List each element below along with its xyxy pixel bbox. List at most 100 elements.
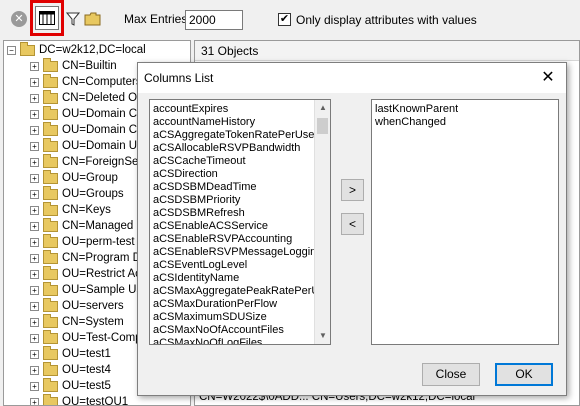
tree-item[interactable]: + OU=Group bbox=[30, 169, 118, 186]
available-column-item[interactable]: aCSDSBMPriority bbox=[153, 194, 315, 207]
tree-item[interactable]: + OU=Domain Co bbox=[30, 105, 144, 122]
ok-button[interactable]: OK bbox=[495, 363, 553, 386]
expand-icon[interactable]: + bbox=[30, 397, 39, 405]
open-folder-icon[interactable] bbox=[82, 8, 104, 30]
available-column-item[interactable]: aCSIdentityName bbox=[153, 272, 315, 285]
tree-item-label: OU=test1 bbox=[62, 348, 111, 360]
tree-item[interactable]: + OU=test5 bbox=[30, 377, 111, 394]
expand-icon[interactable]: + bbox=[30, 77, 39, 87]
available-column-item[interactable]: aCSMaxAggregatePeakRatePerU bbox=[153, 285, 315, 298]
available-columns-list[interactable]: accountExpires accountNameHistory aCSAggre… bbox=[149, 99, 331, 345]
expand-icon[interactable]: + bbox=[30, 221, 39, 231]
tree-root[interactable]: − DC=w2k12,DC=local bbox=[7, 41, 146, 58]
tree-item[interactable]: + OU=Groups bbox=[30, 185, 124, 202]
tree-item[interactable]: + OU=Sample Us bbox=[30, 281, 142, 298]
tree-item-label: CN=Builtin bbox=[62, 60, 117, 72]
folder-icon bbox=[43, 89, 58, 104]
tree-item[interactable]: + OU=test4 bbox=[30, 361, 111, 378]
expand-icon[interactable]: + bbox=[30, 125, 39, 135]
expand-icon[interactable]: + bbox=[30, 189, 39, 199]
tree-item-label: OU=Restrict Ac bbox=[62, 268, 141, 280]
tree-item[interactable]: + OU=Domain Us bbox=[30, 137, 143, 154]
available-column-item[interactable]: aCSDSBMRefresh bbox=[153, 207, 315, 220]
available-column-item[interactable]: aCSMaxNoOfAccountFiles bbox=[153, 324, 315, 337]
expand-icon[interactable]: + bbox=[30, 141, 39, 151]
expand-icon[interactable]: + bbox=[30, 317, 39, 327]
toolbar: ✕ Max Entries: ✔ Only display attributes… bbox=[0, 0, 580, 38]
filter-icon[interactable] bbox=[62, 8, 84, 30]
tree-item-label: CN=Computers bbox=[62, 76, 142, 88]
available-column-item[interactable]: aCSEnableRSVPMessageLogging bbox=[153, 246, 315, 259]
expand-icon[interactable]: + bbox=[30, 173, 39, 183]
available-column-item[interactable]: aCSAggregateTokenRatePerUser bbox=[153, 129, 315, 142]
tree-item[interactable]: + CN=Keys bbox=[30, 201, 111, 218]
expand-icon[interactable]: + bbox=[30, 285, 39, 295]
scroll-down-icon[interactable]: ▼ bbox=[315, 328, 330, 344]
tree-item[interactable]: + CN=Managed S bbox=[30, 217, 144, 234]
dialog-title: Columns List bbox=[144, 71, 214, 85]
available-column-item[interactable]: aCSAllocableRSVPBandwidth bbox=[153, 142, 315, 155]
folder-icon bbox=[43, 57, 58, 72]
available-column-item[interactable]: accountNameHistory bbox=[153, 116, 315, 129]
expand-icon[interactable]: + bbox=[30, 365, 39, 375]
expand-icon[interactable]: + bbox=[30, 269, 39, 279]
available-column-item[interactable]: aCSMaxNoOfLogFiles bbox=[153, 337, 315, 344]
remove-column-button[interactable]: < bbox=[341, 213, 364, 235]
tree-item-label: OU=Domain Co bbox=[62, 124, 144, 136]
scroll-thumb[interactable] bbox=[317, 118, 328, 134]
tree-item[interactable]: + OU=Restrict Ac bbox=[30, 265, 141, 282]
add-column-button[interactable]: > bbox=[341, 179, 364, 201]
available-column-item[interactable]: aCSDSBMDeadTime bbox=[153, 181, 315, 194]
close-button[interactable]: Close bbox=[422, 363, 480, 386]
tree-item[interactable]: + OU=Test-Compu bbox=[30, 329, 148, 346]
tree-item-label: OU=Domain Co bbox=[62, 108, 144, 120]
tree-item-label: OU=perm-test bbox=[62, 236, 135, 248]
tree-item[interactable]: + OU=test1 bbox=[30, 345, 111, 362]
available-column-item[interactable]: aCSMaximumSDUSize bbox=[153, 311, 315, 324]
scroll-up-icon[interactable]: ▲ bbox=[315, 100, 330, 116]
available-column-item[interactable]: aCSEnableRSVPAccounting bbox=[153, 233, 315, 246]
tree-item-label: OU=Group bbox=[62, 172, 118, 184]
expand-icon[interactable]: + bbox=[30, 61, 39, 71]
expand-icon[interactable]: + bbox=[30, 205, 39, 215]
tree-item-label: CN=System bbox=[62, 316, 124, 328]
expand-icon[interactable]: + bbox=[30, 349, 39, 359]
tree-item[interactable]: + OU=Domain Co bbox=[30, 121, 144, 138]
available-column-item[interactable]: aCSCacheTimeout bbox=[153, 155, 315, 168]
close-icon[interactable]: ✕ bbox=[538, 68, 558, 88]
tree-item-label: OU=test5 bbox=[62, 380, 111, 392]
close-icon[interactable]: ✕ bbox=[8, 8, 30, 30]
expand-icon[interactable]: + bbox=[30, 93, 39, 103]
tree-item[interactable]: + OU=testOU1 bbox=[30, 393, 128, 405]
expand-icon[interactable]: + bbox=[30, 333, 39, 343]
available-column-item[interactable]: aCSEventLogLevel bbox=[153, 259, 315, 272]
tree-item-label: CN=ForeignSec bbox=[62, 156, 145, 168]
vertical-scrollbar[interactable]: ▲ ▼ bbox=[314, 100, 330, 344]
expand-icon[interactable]: + bbox=[30, 381, 39, 391]
only-attributes-checkbox[interactable]: ✔ bbox=[278, 13, 291, 26]
tree-item[interactable]: + CN=Deleted Ob bbox=[30, 89, 144, 106]
collapse-icon[interactable]: − bbox=[7, 45, 16, 55]
available-column-item[interactable]: aCSMaxDurationPerFlow bbox=[153, 298, 315, 311]
max-entries-input[interactable] bbox=[185, 10, 243, 30]
tree-item[interactable]: + CN=Computers bbox=[30, 73, 142, 90]
available-column-item[interactable]: aCSDirection bbox=[153, 168, 315, 181]
available-column-item[interactable]: accountExpires bbox=[153, 103, 315, 116]
expand-icon[interactable]: + bbox=[30, 237, 39, 247]
expand-icon[interactable]: + bbox=[30, 253, 39, 263]
objects-count-header: 31 Objects bbox=[195, 41, 579, 61]
tree-item[interactable]: + CN=Program Da bbox=[30, 249, 147, 266]
tree-item[interactable]: + OU=servers bbox=[30, 297, 124, 314]
available-column-item[interactable]: aCSEnableACSService bbox=[153, 220, 315, 233]
tree-item[interactable]: + OU=perm-test bbox=[30, 233, 135, 250]
tree-item[interactable]: + CN=System bbox=[30, 313, 124, 330]
tree-item[interactable]: + CN=ForeignSec bbox=[30, 153, 145, 170]
selected-column-item[interactable]: whenChanged bbox=[375, 116, 458, 129]
tree-item[interactable]: + CN=Builtin bbox=[30, 57, 117, 74]
expand-icon[interactable]: + bbox=[30, 301, 39, 311]
selected-column-item[interactable]: lastKnownParent bbox=[375, 103, 458, 116]
expand-icon[interactable]: + bbox=[30, 157, 39, 167]
expand-icon[interactable]: + bbox=[30, 109, 39, 119]
tree-item-label: CN=Deleted Ob bbox=[62, 92, 144, 104]
selected-columns-list[interactable]: lastKnownParent whenChanged bbox=[371, 99, 559, 345]
